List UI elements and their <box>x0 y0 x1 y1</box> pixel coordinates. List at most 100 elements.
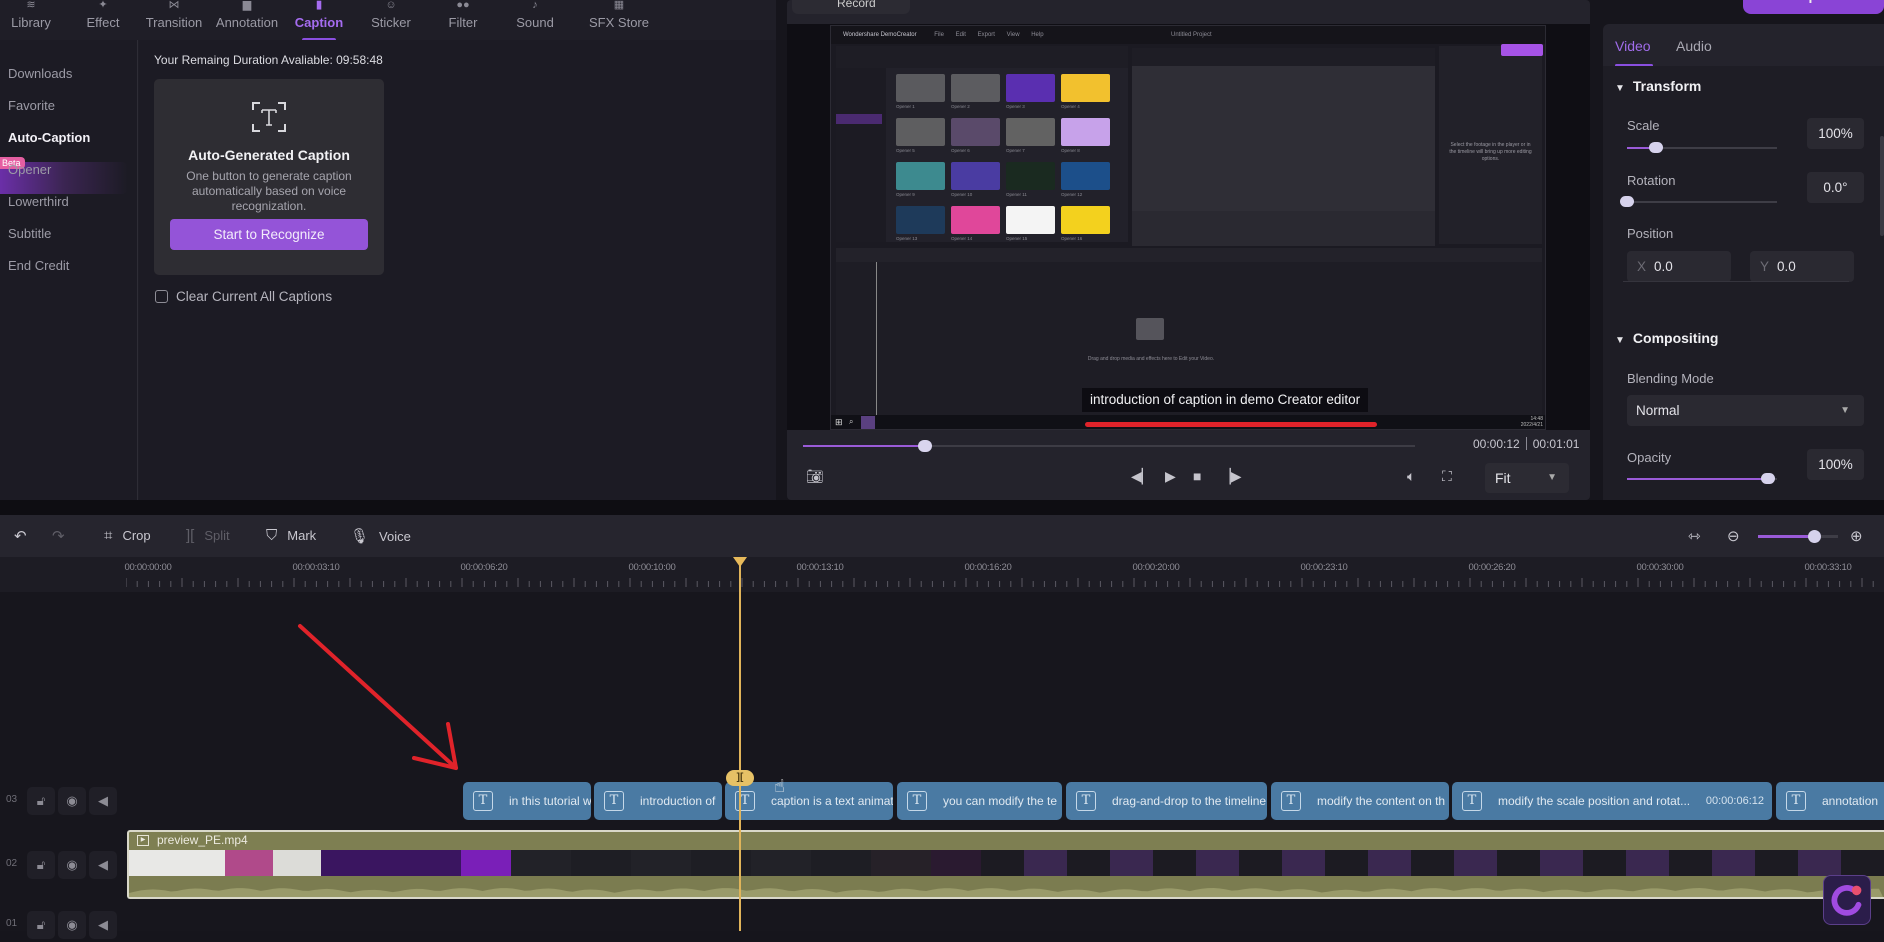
lock-icon[interactable]: 🔓︎ <box>27 787 55 815</box>
record-button[interactable]: Record <box>792 0 910 14</box>
tab-library[interactable]: ≋ Library <box>8 0 54 40</box>
scale-value[interactable]: 100% <box>1807 118 1864 149</box>
tab-annotation[interactable]: ▆ Annotation <box>214 0 280 40</box>
split-marker[interactable]: ][ <box>726 770 754 786</box>
split-icon: ][ <box>186 527 195 544</box>
opacity-slider[interactable] <box>1627 473 1777 484</box>
timeline-toolbar: ↶ ↷ ⌗ Crop ][Split ⛉ Mark 🎙︎ Voice ⇿ ⊖ ⊕ <box>0 515 1884 557</box>
tab-filter[interactable]: ●● Filter <box>443 0 483 40</box>
tab-sound[interactable]: ♪ Sound <box>512 0 558 40</box>
volume-icon[interactable]: 🔈︎ <box>1407 468 1415 485</box>
playhead-handle[interactable] <box>733 557 747 567</box>
video-thumbnail <box>1110 850 1153 876</box>
sidebar-item-end-credit[interactable]: End Credit <box>8 258 69 273</box>
eye-icon[interactable]: ◉ <box>58 911 86 939</box>
scale-slider[interactable] <box>1627 142 1777 153</box>
rotation-value[interactable]: 0.0° <box>1807 172 1864 203</box>
video-thumbnail <box>511 850 571 876</box>
opacity-value[interactable]: 100% <box>1807 449 1864 480</box>
democreator-logo-icon[interactable] <box>1823 875 1871 925</box>
tab-sticker[interactable]: ☺ Sticker <box>366 0 416 40</box>
eye-icon[interactable]: ◉ <box>58 851 86 879</box>
sidebar-item-lowerthird[interactable]: Lowerthird <box>8 194 69 209</box>
previous-frame-icon[interactable]: ◀▏ <box>1131 468 1153 485</box>
caption-clip[interactable]: Tintroduction of <box>594 782 722 820</box>
caption-clip[interactable]: Tannotation <box>1776 782 1884 820</box>
embedded-template-thumb <box>1061 74 1110 102</box>
caption-clip[interactable]: Tmodify the content on th <box>1271 782 1449 820</box>
tab-audio[interactable]: Audio <box>1676 38 1712 54</box>
slider-handle[interactable] <box>1761 473 1775 484</box>
speaker-icon[interactable]: ◀ <box>89 851 117 879</box>
checkbox-box[interactable] <box>155 290 168 303</box>
caption-clip[interactable]: Tin this tutorial w <box>463 782 591 820</box>
sidebar-item-auto-caption[interactable]: Auto-Caption <box>8 130 90 145</box>
embedded-drop-hint: Drag and drop media and effects here to … <box>1087 356 1215 362</box>
timeline-ruler[interactable]: 00:00:00:00 00:00:03:10 00:00:06:20 00:00:1… <box>0 557 1884 592</box>
next-frame-icon[interactable]: ▕▶ <box>1220 468 1242 485</box>
caption-clip[interactable]: Tyou can modify the te <box>897 782 1062 820</box>
slider-handle[interactable] <box>1648 142 1663 153</box>
start-recognize-button[interactable]: Start to Recognize <box>170 219 368 250</box>
embedded-active-item <box>836 114 882 124</box>
properties-scrollbar[interactable] <box>1880 136 1884 236</box>
rotation-slider[interactable] <box>1620 196 1777 207</box>
speaker-icon[interactable]: ◀ <box>89 911 117 939</box>
transform-section-header[interactable]: ▼ Transform <box>1615 78 1701 94</box>
panel-divider[interactable] <box>0 500 1884 515</box>
sidebar-item-subtitle[interactable]: Subtitle <box>8 226 51 241</box>
ruler-label: 00:00:06:20 <box>460 562 508 573</box>
speaker-icon[interactable]: ◀ <box>89 787 117 815</box>
video-thumbnails <box>129 850 1884 876</box>
transition-icon: ⋈ <box>168 0 180 11</box>
zoom-fit-dropdown[interactable]: Fit ▼ <box>1485 463 1569 493</box>
timeline-zoom-slider[interactable] <box>1758 530 1838 543</box>
blending-mode-dropdown[interactable]: Normal ▼ <box>1627 395 1864 426</box>
tab-video[interactable]: Video <box>1615 38 1651 54</box>
split-button[interactable]: ][Split <box>186 527 230 544</box>
zoom-in-button[interactable]: ⊕ <box>1850 527 1863 545</box>
tab-effect[interactable]: ✦ Effect <box>80 0 126 40</box>
crop-button[interactable]: ⌗ Crop <box>104 527 151 544</box>
embedded-template-thumb <box>896 118 945 146</box>
video-preview[interactable]: Wondershare DemoCreator File Edit Export… <box>787 24 1590 430</box>
position-y-input[interactable]: Y 0.0 <box>1750 251 1854 282</box>
redo-button[interactable]: ↷ <box>52 527 65 545</box>
zoom-out-button[interactable]: ⊖ <box>1727 527 1740 545</box>
slider-handle[interactable] <box>1620 196 1634 207</box>
mark-button[interactable]: ⛉ Mark <box>266 527 316 544</box>
sidebar-item-opener[interactable]: Opener <box>8 162 51 177</box>
lock-icon[interactable]: 🔓︎ <box>27 851 55 879</box>
undo-icon: ↶ <box>14 528 27 545</box>
clear-captions-checkbox[interactable]: Clear Current All Captions <box>155 289 332 304</box>
voice-button[interactable]: 🎙︎ Voice <box>350 527 411 545</box>
export-button[interactable]: Export <box>1743 0 1884 14</box>
tab-caption[interactable]: ▮ Caption <box>292 0 346 40</box>
fit-timeline-button[interactable]: ⇿ <box>1688 527 1701 545</box>
text-icon: T <box>1076 791 1096 811</box>
caption-clip[interactable]: Tcaption is a text animat <box>725 782 893 820</box>
scrubber-handle[interactable] <box>918 440 933 452</box>
caption-clip[interactable]: Tdrag-and-drop to the timeline <box>1066 782 1267 820</box>
video-clip-name: preview_PE.mp4 <box>157 833 248 847</box>
position-x-input[interactable]: X 0.0 <box>1627 251 1731 282</box>
sidebar-item-favorite[interactable]: Favorite <box>8 98 55 113</box>
tab-sfx-store[interactable]: ▦ SFX Store <box>588 0 650 40</box>
lock-icon[interactable]: 🔓︎ <box>27 911 55 939</box>
playhead[interactable] <box>739 557 741 931</box>
stop-icon[interactable]: ■ <box>1193 468 1201 484</box>
playback-scrubber[interactable] <box>803 440 1415 452</box>
video-clip[interactable]: ▶ preview_PE.mp4 <box>127 830 1884 899</box>
compositing-section-header[interactable]: ▼ Compositing <box>1615 330 1718 346</box>
caption-overlay[interactable]: introduction of caption in demo Creator … <box>1082 388 1369 412</box>
undo-button[interactable]: ↶ <box>14 527 27 545</box>
fullscreen-icon[interactable]: ⛶ <box>1442 468 1452 485</box>
track-number: 02 <box>6 858 18 869</box>
slider-handle[interactable] <box>1808 530 1821 543</box>
tab-transition[interactable]: ⋈ Transition <box>145 0 203 40</box>
sidebar-item-downloads[interactable]: Downloads <box>8 66 72 81</box>
snapshot-camera-icon[interactable]: 📷︎ <box>806 468 824 485</box>
play-icon[interactable]: ▶ <box>1165 468 1176 485</box>
caption-clip[interactable]: Tmodify the scale position and rotat... 0… <box>1452 782 1772 820</box>
eye-icon[interactable]: ◉ <box>58 787 86 815</box>
